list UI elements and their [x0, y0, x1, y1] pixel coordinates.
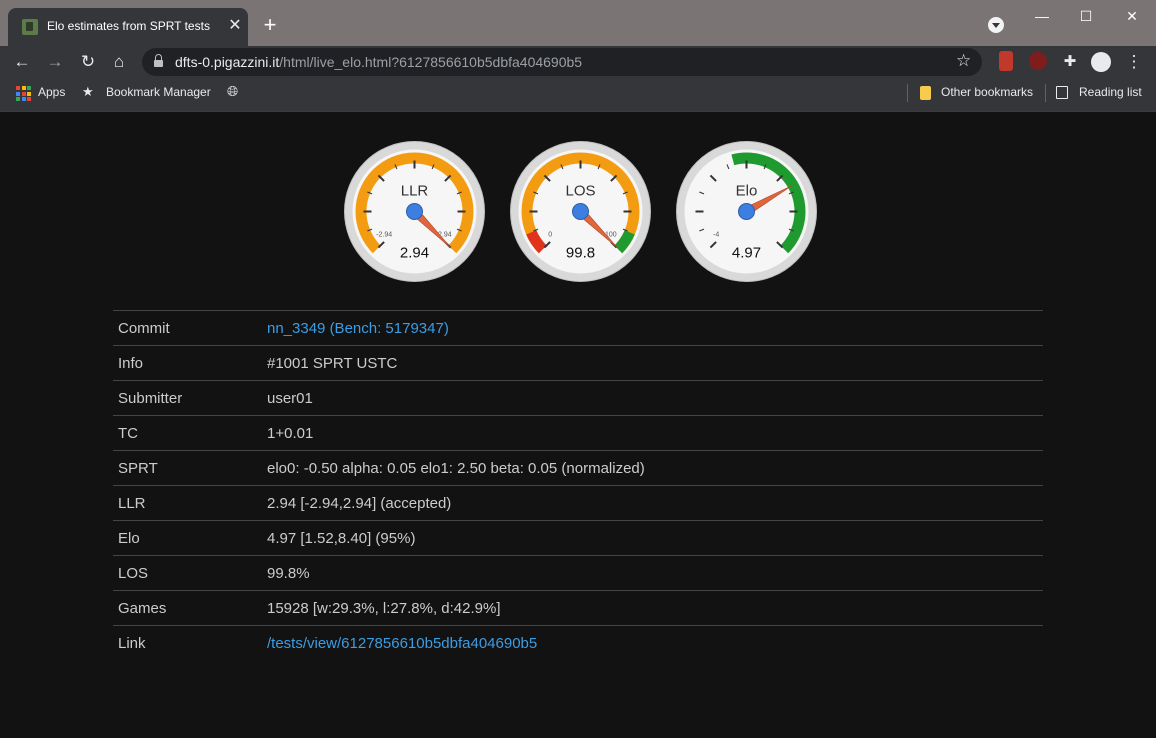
table-row: Commit nn_3349 (Bench: 5179347) [113, 310, 1043, 346]
table-row: Link/tests/view/6127856610b5dbfa404690b5 [113, 625, 1043, 660]
elo-gauge: -4 Elo 4.97 [676, 141, 817, 282]
back-icon[interactable]: ← [10, 50, 34, 74]
ublock-extension-icon[interactable] [1029, 52, 1047, 70]
star-icon: ★ [82, 84, 94, 99]
row-value: /tests/view/6127856610b5dbfa404690b5 [267, 625, 1043, 660]
url-text[interactable]: dfts-0.pigazzini.it/html/live_elo.html?6… [175, 54, 582, 70]
profile-avatar-icon[interactable] [1091, 52, 1111, 72]
row-label: LOS [113, 555, 267, 591]
gauge-title: LLR [401, 183, 429, 200]
gauge-value: 4.97 [732, 245, 761, 262]
row-value: nn_3349 (Bench: 5179347) [267, 310, 1043, 346]
lock-icon[interactable] [154, 54, 163, 67]
gauge-min-label: 0 [548, 231, 552, 238]
test-info-table: Commit nn_3349 (Bench: 5179347) Info #1001 … [113, 310, 1043, 660]
row-label: Elo [113, 520, 267, 556]
tab-search-icon[interactable] [988, 17, 1004, 33]
row-label: Link [113, 625, 267, 660]
table-row: Elo 4.97 [1.52,8.40] (95%) [113, 520, 1043, 556]
row-link[interactable]: /tests/view/6127856610b5dbfa404690b5 [267, 635, 537, 652]
row-value: user01 [267, 380, 1043, 416]
extensions-puzzle-icon[interactable]: ✚ [1058, 50, 1082, 74]
gauge-title: Elo [736, 183, 758, 200]
forward-icon[interactable]: → [43, 50, 67, 74]
table-row: TC 1+0.01 [113, 415, 1043, 451]
bookmark-apps[interactable]: Apps [38, 85, 65, 99]
url-path: /html/live_elo.html?6127856610b5dbfa4046… [279, 54, 583, 70]
row-label: Submitter [113, 380, 267, 416]
row-value: 2.94 [-2.94,2.94] (accepted) [267, 485, 1043, 521]
reading-list-icon [1056, 86, 1068, 99]
url-host: dfts-0.pigazzini.it [175, 54, 280, 70]
row-label: Info [113, 345, 267, 381]
reading-list[interactable]: Reading list [1079, 85, 1142, 99]
browser-toolbar: ← → ↻ ⌂ dfts-0.pigazzini.it/html/live_el… [0, 46, 1156, 78]
row-label: Commit [113, 310, 267, 346]
title-bar: Elo estimates from SPRT tests ✕ + — ☐ ✕ [0, 0, 1156, 46]
gauge-min-label: -4 [713, 231, 719, 238]
gauge-min-label: -2.94 [376, 231, 392, 238]
gauge-value: 2.94 [400, 245, 429, 262]
gauges-row: -2.94 2.94 LLR 2.94 0 100 LOS 99.8 -4 Elo 4.97 [340, 140, 820, 285]
folder-icon [920, 86, 931, 100]
browser-tab[interactable]: Elo estimates from SPRT tests ✕ [8, 8, 248, 46]
menu-kebab-icon[interactable]: ⋮ [1122, 50, 1146, 74]
row-label: LLR [113, 485, 267, 521]
bookmarks-divider [907, 84, 908, 102]
gauge-needle-hub [738, 203, 755, 220]
bookmark-manager[interactable]: Bookmark Manager [106, 85, 211, 99]
row-label: TC [113, 415, 267, 451]
gauge-needle-hub [572, 203, 589, 220]
tab-title: Elo estimates from SPRT tests [47, 19, 210, 33]
book-extension-icon[interactable] [999, 51, 1013, 71]
bookmarks-bar: Apps ★ Bookmark Manager 🌐︎ Other bookmar… [0, 78, 1156, 112]
home-icon[interactable]: ⌂ [107, 50, 131, 74]
table-row: Info #1001 SPRT USTC [113, 345, 1043, 381]
row-value: 15928 [w:29.3%, l:27.8%, d:42.9%] [267, 590, 1043, 626]
table-row: Games 15928 [w:29.3%, l:27.8%, d:42.9%] [113, 590, 1043, 626]
other-bookmarks[interactable]: Other bookmarks [941, 85, 1033, 99]
row-value: 99.8% [267, 555, 1043, 591]
llr-gauge: -2.94 2.94LLR2.94 [344, 141, 485, 282]
row-value: #1001 SPRT USTC [267, 345, 1043, 381]
table-row: LOS 99.8% [113, 555, 1043, 591]
row-link[interactable]: nn_3349 (Bench: 5179347) [267, 320, 449, 337]
address-bar[interactable]: dfts-0.pigazzini.it/html/live_elo.html?6… [142, 48, 982, 76]
row-value: 1+0.01 [267, 415, 1043, 451]
row-label: SPRT [113, 450, 267, 486]
close-window-icon[interactable]: ✕ [1110, 4, 1154, 28]
row-label: Games [113, 590, 267, 626]
los-gauge: 0 100LOS99.8 [510, 141, 651, 282]
row-value: elo0: -0.50 alpha: 0.05 elo1: 2.50 beta:… [267, 450, 1043, 486]
row-value: 4.97 [1.52,8.40] (95%) [267, 520, 1043, 556]
table-row: Submitter user01 [113, 380, 1043, 416]
table-row: SPRT elo0: -0.50 alpha: 0.05 elo1: 2.50 b… [113, 450, 1043, 486]
reload-icon[interactable]: ↻ [76, 50, 100, 74]
new-tab-button[interactable]: + [259, 14, 281, 36]
maximize-icon[interactable]: ☐ [1064, 4, 1108, 28]
apps-grid-icon[interactable] [16, 86, 31, 101]
site-favicon-icon [22, 19, 38, 35]
minimize-icon[interactable]: — [1020, 4, 1064, 28]
globe-icon[interactable]: 🌐︎ [227, 83, 238, 100]
close-tab-icon[interactable]: ✕ [226, 17, 244, 35]
bookmark-star-icon[interactable]: ☆ [956, 51, 971, 71]
gauge-title: LOS [565, 183, 595, 200]
gauge-value: 99.8 [566, 245, 595, 262]
gauge-needle-hub [406, 203, 423, 220]
table-row: LLR 2.94 [-2.94,2.94] (accepted) [113, 485, 1043, 521]
bookmarks-divider [1045, 84, 1046, 102]
